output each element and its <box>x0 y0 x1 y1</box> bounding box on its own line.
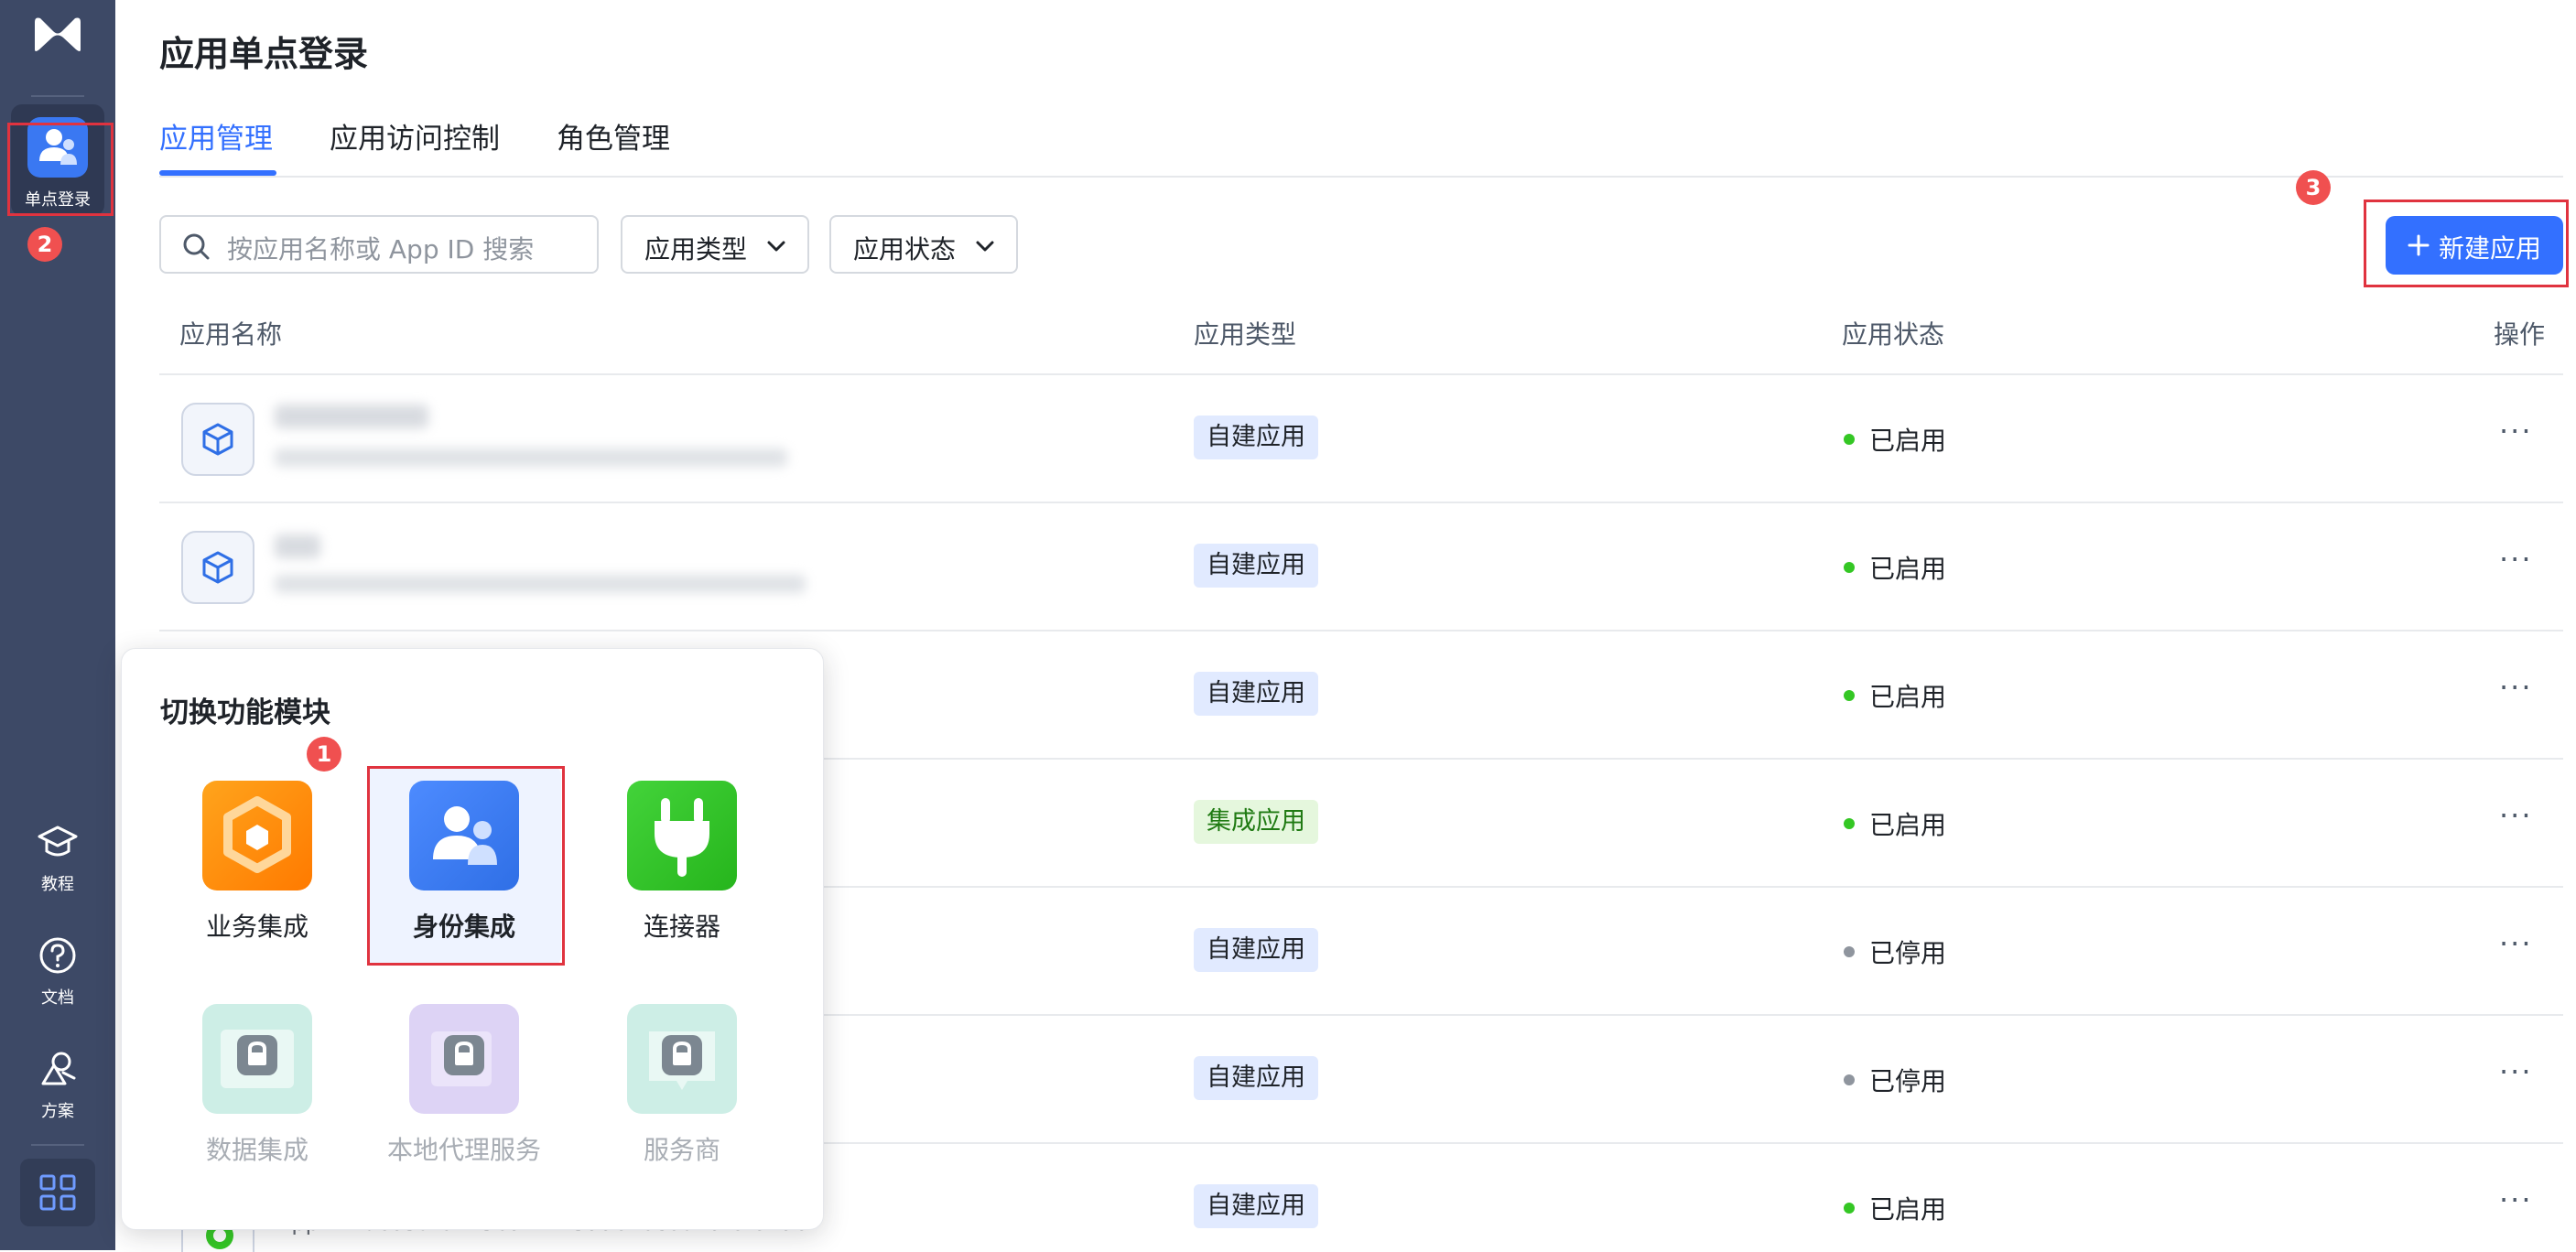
highlight-box-identity <box>367 766 565 966</box>
lock-icon <box>202 1004 312 1114</box>
status-dot <box>1844 434 1855 445</box>
step-badge-1: 1 <box>307 737 341 772</box>
more-actions-icon[interactable]: ··· <box>2499 670 2533 705</box>
more-actions-icon[interactable]: ··· <box>2499 1054 2533 1089</box>
sidebar-item-tutorial[interactable]: 教程 <box>0 871 115 895</box>
hexagon-cube-icon <box>202 781 312 890</box>
app-name-redacted <box>275 534 320 558</box>
more-actions-icon[interactable]: ··· <box>2499 542 2533 577</box>
app-type-filter-label: 应用类型 <box>644 234 748 264</box>
status-text: 已启用 <box>1869 554 1947 584</box>
sidebar-divider <box>31 95 84 97</box>
page-title: 应用单点登录 <box>159 34 369 74</box>
app-cube-icon <box>181 403 254 476</box>
app-id-redacted <box>275 448 787 467</box>
module-label: 本地代理服务 <box>386 1135 541 1165</box>
logo-icon[interactable] <box>31 13 84 57</box>
plug-icon <box>627 781 737 890</box>
app-type-tag: 自建应用 <box>1194 416 1318 459</box>
status-text: 已启用 <box>1869 1194 1947 1225</box>
app-type-tag: 自建应用 <box>1194 1184 1318 1228</box>
status-dot <box>1844 562 1855 573</box>
app-status: 已启用 <box>1844 549 1946 586</box>
apps-switcher-button[interactable] <box>20 1159 95 1226</box>
app-status-filter-label: 应用状态 <box>853 234 957 264</box>
status-text: 已启用 <box>1869 810 1947 840</box>
module-label: 服务商 <box>643 1135 720 1165</box>
row-divider <box>159 502 2563 503</box>
app-status: 已启用 <box>1844 421 1946 458</box>
tab-role-management[interactable]: 角色管理 <box>557 115 670 156</box>
status-text: 已停用 <box>1869 938 1947 968</box>
more-actions-icon[interactable]: ··· <box>2499 926 2533 961</box>
column-header-name: 应用名称 <box>179 319 283 350</box>
popover-title: 切换功能模块 <box>160 696 330 729</box>
lock-icon <box>627 1004 737 1114</box>
status-text: 已启用 <box>1869 682 1947 712</box>
sidebar-item-solutions[interactable]: 方案 <box>0 1098 115 1122</box>
tab-access-control[interactable]: 应用访问控制 <box>330 115 500 156</box>
app-status: 已启用 <box>1844 805 1946 842</box>
app-type-tag: 自建应用 <box>1194 544 1318 588</box>
module-label: 数据集成 <box>205 1135 308 1165</box>
app-type-tag: 自建应用 <box>1194 928 1318 972</box>
chevron-down-icon <box>976 241 994 252</box>
search-placeholder: 按应用名称或 App ID 搜索 <box>227 234 535 264</box>
module-label: 业务集成 <box>205 912 308 942</box>
more-actions-icon[interactable]: ··· <box>2499 414 2533 448</box>
tabs-divider <box>159 176 2563 178</box>
search-icon <box>183 233 210 260</box>
status-text: 已启用 <box>1869 426 1947 456</box>
sidebar-item-docs[interactable]: 文档 <box>0 985 115 1009</box>
status-dot <box>1844 1203 1855 1214</box>
tab-app-management[interactable]: 应用管理 <box>159 115 273 156</box>
column-header-type: 应用类型 <box>1194 319 1297 350</box>
step-badge-3: 3 <box>2296 170 2331 205</box>
graduation-cap-icon[interactable] <box>36 820 80 864</box>
highlight-box-sso <box>7 123 114 216</box>
module-switcher-popover: 切换功能模块 业务集成 身份集成 连接器 数据集成 本地代理服务 服务商 1 <box>121 648 824 1230</box>
shapes-icon[interactable] <box>36 1047 80 1091</box>
app-type-tag: 自建应用 <box>1194 672 1318 716</box>
app-status: 已停用 <box>1844 1062 1946 1098</box>
app-name-redacted <box>275 405 428 428</box>
row-divider <box>159 630 2563 631</box>
status-text: 已停用 <box>1869 1066 1947 1096</box>
more-actions-icon[interactable]: ··· <box>2499 798 2533 833</box>
status-dot <box>1844 690 1855 701</box>
column-header-actions: 操作 <box>2494 319 2546 350</box>
app-status-filter[interactable]: 应用状态 <box>829 215 1018 274</box>
more-actions-icon[interactable]: ··· <box>2499 1182 2533 1217</box>
app-id-redacted <box>275 575 806 593</box>
app-status: 已启用 <box>1844 677 1946 714</box>
status-dot <box>1844 818 1855 829</box>
module-label: 连接器 <box>643 912 720 942</box>
app-type-filter[interactable]: 应用类型 <box>621 215 809 274</box>
app-status: 已启用 <box>1844 1190 1946 1226</box>
app-type-tag: 集成应用 <box>1194 800 1318 844</box>
status-dot <box>1844 946 1855 957</box>
search-input[interactable]: 按应用名称或 App ID 搜索 <box>159 215 599 274</box>
table-header-divider <box>159 373 2563 375</box>
lock-icon <box>409 1004 519 1114</box>
chevron-down-icon <box>767 241 785 252</box>
app-type-tag: 自建应用 <box>1194 1056 1318 1100</box>
grid-icon <box>39 1174 76 1211</box>
highlight-box-new-app <box>2364 200 2569 287</box>
status-dot <box>1844 1074 1855 1085</box>
step-badge-2: 2 <box>27 227 62 262</box>
column-header-status: 应用状态 <box>1842 319 1945 350</box>
app-cube-icon <box>181 531 254 604</box>
sidebar-divider <box>31 1144 84 1146</box>
app-status: 已停用 <box>1844 934 1946 970</box>
question-circle-icon[interactable] <box>36 934 80 977</box>
